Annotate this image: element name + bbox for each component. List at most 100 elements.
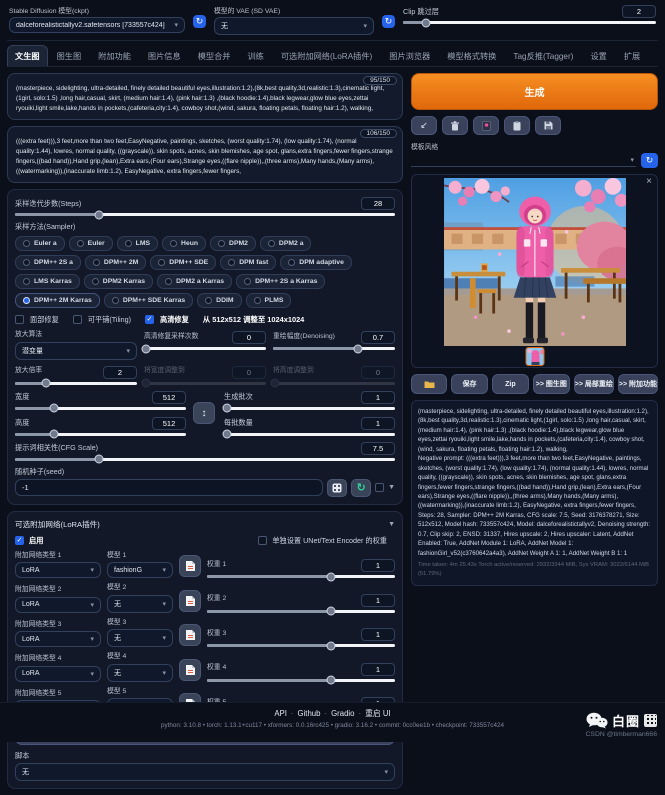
negative-prompt-textarea[interactable]: (((extra feet))),3 feet,more than two fe… — [16, 137, 394, 177]
lora-model-info-button[interactable] — [179, 624, 201, 646]
close-icon[interactable]: × — [646, 177, 652, 187]
lora-model-dropdown[interactable]: 无▾ — [107, 595, 173, 613]
tab-extras[interactable]: 附加功能 — [90, 45, 139, 66]
extra-seed-checkbox[interactable] — [375, 483, 384, 492]
open-folder-button[interactable] — [411, 374, 447, 394]
upscale-by-slider[interactable] — [15, 382, 137, 385]
generate-button[interactable]: 生成 — [411, 73, 658, 110]
width-value[interactable]: 512 — [152, 391, 186, 404]
denoising-value[interactable]: 0.7 — [361, 331, 395, 344]
tab-train[interactable]: 训练 — [239, 45, 271, 66]
lora-weight-value[interactable]: 1 — [361, 628, 395, 641]
hires-fix-checkbox[interactable]: ✓ — [145, 315, 154, 324]
lora-weight-slider[interactable] — [207, 575, 395, 578]
cfg-slider[interactable] — [15, 458, 395, 461]
lora-type-dropdown[interactable]: LoRA▾ — [15, 562, 101, 578]
sampler-option[interactable]: DPM++ SDE Karras — [104, 293, 193, 308]
upscale-by-value[interactable]: 2 — [103, 366, 137, 379]
lora-weight-slider[interactable] — [207, 679, 395, 682]
lora-weight-slider[interactable] — [207, 644, 395, 647]
sampler-option[interactable]: DPM++ 2S a — [15, 255, 81, 270]
sampler-option[interactable]: DPM++ 2M — [85, 255, 146, 270]
sampler-option[interactable]: DPM2 a — [260, 236, 312, 251]
steps-slider[interactable] — [15, 213, 395, 216]
clip-refresh-button[interactable]: ↻ — [382, 15, 395, 28]
swap-dimensions-button[interactable]: ↕ — [193, 402, 215, 424]
sampler-option[interactable]: Euler — [69, 236, 113, 251]
checkpoint-dropdown[interactable]: dalceforealistictallyv2.safetensors [733… — [9, 17, 185, 33]
save-style-button[interactable] — [535, 116, 561, 135]
tab-additional-networks[interactable]: 可选附加网络(LoRA插件) — [273, 45, 380, 66]
generated-image[interactable] — [444, 178, 626, 348]
steps-value[interactable]: 28 — [361, 197, 395, 210]
restore-faces-checkbox[interactable] — [15, 315, 24, 324]
tab-settings[interactable]: 设置 — [582, 45, 614, 66]
tab-model-converter[interactable]: 模型格式转换 — [439, 45, 504, 66]
save-image-button[interactable]: 保存 — [451, 374, 488, 394]
tab-png-info[interactable]: 图片信息 — [140, 45, 189, 66]
vae-dropdown[interactable]: 无 ▾ — [214, 17, 374, 35]
batch-count-slider[interactable] — [224, 407, 395, 410]
prompt-textarea[interactable]: (masterpiece, sidelighting, ultra-detail… — [16, 84, 394, 114]
batch-size-value[interactable]: 1 — [361, 417, 395, 430]
send-to-inpaint-button[interactable]: >> 局部重绘 — [574, 374, 614, 394]
denoising-slider[interactable] — [273, 347, 395, 350]
sampler-option[interactable]: LMS Karras — [15, 274, 80, 289]
clip-skip-value[interactable]: 2 — [622, 5, 656, 18]
vae-refresh-button[interactable]: ↻ — [193, 15, 206, 28]
styles-refresh-button[interactable]: ↻ — [641, 153, 658, 168]
height-value[interactable]: 512 — [152, 417, 186, 430]
zip-button[interactable]: Zip — [492, 374, 529, 394]
lora-model-info-button[interactable] — [179, 590, 201, 612]
sampler-option[interactable]: DPM2 Karras — [84, 274, 153, 289]
tab-txt2img[interactable]: 文生图 — [7, 45, 48, 66]
lora-enable-checkbox[interactable]: ✓ — [15, 536, 24, 545]
upscaler-dropdown[interactable]: 潜变量 ▾ — [15, 342, 137, 360]
lora-model-dropdown[interactable]: 无▾ — [107, 664, 173, 682]
cfg-value[interactable]: 7.5 — [361, 442, 395, 455]
lora-type-dropdown[interactable]: LoRA▾ — [15, 597, 101, 613]
tab-checkpoint-merger[interactable]: 模型合并 — [190, 45, 239, 66]
batch-count-value[interactable]: 1 — [361, 391, 395, 404]
seed-input[interactable]: -1 — [15, 479, 323, 496]
sampler-option-selected[interactable]: DPM++ 2M Karras — [15, 293, 100, 308]
hires-steps-slider[interactable] — [144, 347, 266, 350]
gallery-thumbnail[interactable] — [525, 347, 544, 366]
clear-prompt-button[interactable] — [442, 116, 468, 135]
lora-weight-value[interactable]: 1 — [361, 594, 395, 607]
lora-weight-value[interactable]: 1 — [361, 663, 395, 676]
sampler-option[interactable]: PLMS — [246, 293, 292, 308]
styles-dropdown[interactable]: ▾ — [411, 154, 636, 167]
clip-skip-slider[interactable] — [403, 21, 656, 24]
lora-weight-value[interactable]: 1 — [361, 559, 395, 572]
lora-model-info-button[interactable] — [179, 659, 201, 681]
footer-link-gradio[interactable]: Gradio — [331, 709, 354, 718]
lora-separate-weights-checkbox[interactable] — [258, 536, 267, 545]
reuse-seed-button[interactable]: ↻ — [351, 479, 371, 497]
extra-networks-button[interactable] — [473, 116, 499, 135]
lora-type-dropdown[interactable]: LoRA▾ — [15, 666, 101, 682]
tab-extensions[interactable]: 扩展 — [616, 45, 648, 66]
width-slider[interactable] — [15, 407, 186, 410]
footer-link-restart-ui[interactable]: 重启 UI — [365, 709, 391, 718]
sampler-option[interactable]: DPM fast — [220, 255, 276, 270]
lora-model-dropdown[interactable]: 无▾ — [107, 629, 173, 647]
sampler-option[interactable]: DPM++ SDE — [150, 255, 216, 270]
sampler-option[interactable]: DPM++ 2S a Karras — [236, 274, 325, 289]
sampler-option[interactable]: DPM2 — [210, 236, 256, 251]
sampler-option[interactable]: Heun — [162, 236, 206, 251]
footer-link-api[interactable]: API — [274, 709, 287, 718]
read-params-button[interactable]: ↙ — [411, 116, 437, 135]
tab-image-browser[interactable]: 图片浏览器 — [381, 45, 438, 66]
lora-model-info-button[interactable] — [179, 555, 201, 577]
tab-tagger[interactable]: Tag反推(Tagger) — [505, 45, 581, 66]
footer-link-github[interactable]: Github — [298, 709, 321, 718]
hires-steps-value[interactable]: 0 — [232, 331, 266, 344]
lora-header[interactable]: 可选附加网络(LoRA插件) ▼ — [15, 519, 395, 530]
sampler-option[interactable]: LMS — [117, 236, 158, 251]
height-slider[interactable] — [15, 433, 186, 436]
sampler-option[interactable]: DPM2 a Karras — [157, 274, 232, 289]
sampler-option[interactable]: Euler a — [15, 236, 65, 251]
tab-img2img[interactable]: 图生图 — [49, 45, 90, 66]
lora-type-dropdown[interactable]: LoRA▾ — [15, 631, 101, 647]
